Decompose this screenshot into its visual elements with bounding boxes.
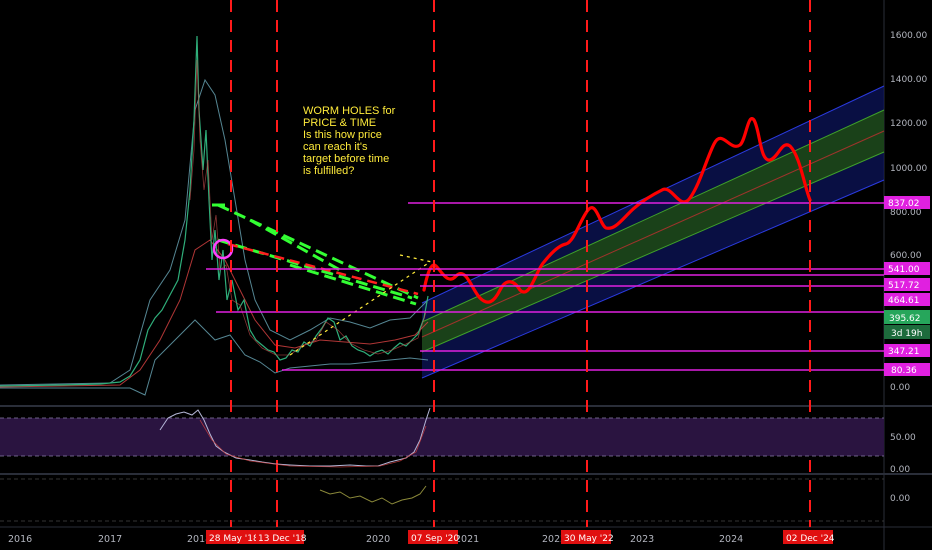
level-badge: 541.00 xyxy=(888,265,920,275)
price-tick: 1400.00 xyxy=(890,75,927,85)
year-tick: 2020 xyxy=(366,534,390,545)
price-tick: 600.00 xyxy=(890,251,922,261)
date-badge: 02 Dec '24 xyxy=(786,534,835,544)
level-badge: 80.36 xyxy=(891,366,917,376)
year-tick: 2016 xyxy=(8,534,32,545)
svg-text:WORM HOLES for: WORM HOLES for xyxy=(303,105,396,117)
svg-text:target before time: target before time xyxy=(303,153,389,165)
date-badge: 30 May '22 xyxy=(564,534,614,544)
macd-tick: 0.00 xyxy=(890,494,910,504)
price-tick: 1000.00 xyxy=(890,164,927,174)
date-badge: 28 May '18 xyxy=(209,534,259,544)
rsi-tick: 50.00 xyxy=(890,433,916,443)
level-badge: 837.02 xyxy=(888,199,920,209)
svg-text:is fulfilled?: is fulfilled? xyxy=(303,165,354,177)
svg-text:Is this how price: Is this how price xyxy=(303,129,382,141)
price-tick: 0.00 xyxy=(890,383,910,393)
last-price-badge: 395.62 xyxy=(889,314,921,324)
rsi-band xyxy=(0,418,884,456)
price-level-badges: 837.02 541.00 517.72 464.61 395.62 3d 19… xyxy=(884,196,930,376)
date-badge: 13 Dec '18 xyxy=(258,534,307,544)
date-badge: 07 Sep '20 xyxy=(411,534,459,544)
countdown-badge: 3d 19h xyxy=(891,329,922,339)
price-tick: 800.00 xyxy=(890,208,922,218)
price-tick: 1200.00 xyxy=(890,119,927,129)
svg-text:PRICE & TIME: PRICE & TIME xyxy=(303,117,376,129)
price-chart[interactable]: WORM HOLES for PRICE & TIME Is this how … xyxy=(0,0,932,550)
price-tick: 1600.00 xyxy=(890,31,927,41)
year-tick: 2024 xyxy=(719,534,743,545)
level-badge: 347.21 xyxy=(888,347,920,357)
time-axis[interactable]: 2016 2017 2018 2019 2020 2021 2022 2023 … xyxy=(8,534,743,545)
year-tick: 2017 xyxy=(98,534,122,545)
year-tick: 2023 xyxy=(630,534,654,545)
rsi-tick: 0.00 xyxy=(890,465,910,475)
level-badge: 464.61 xyxy=(888,296,920,306)
svg-text:can reach it's: can reach it's xyxy=(303,141,368,153)
level-badge: 517.72 xyxy=(888,281,920,291)
macd-line xyxy=(319,485,427,505)
